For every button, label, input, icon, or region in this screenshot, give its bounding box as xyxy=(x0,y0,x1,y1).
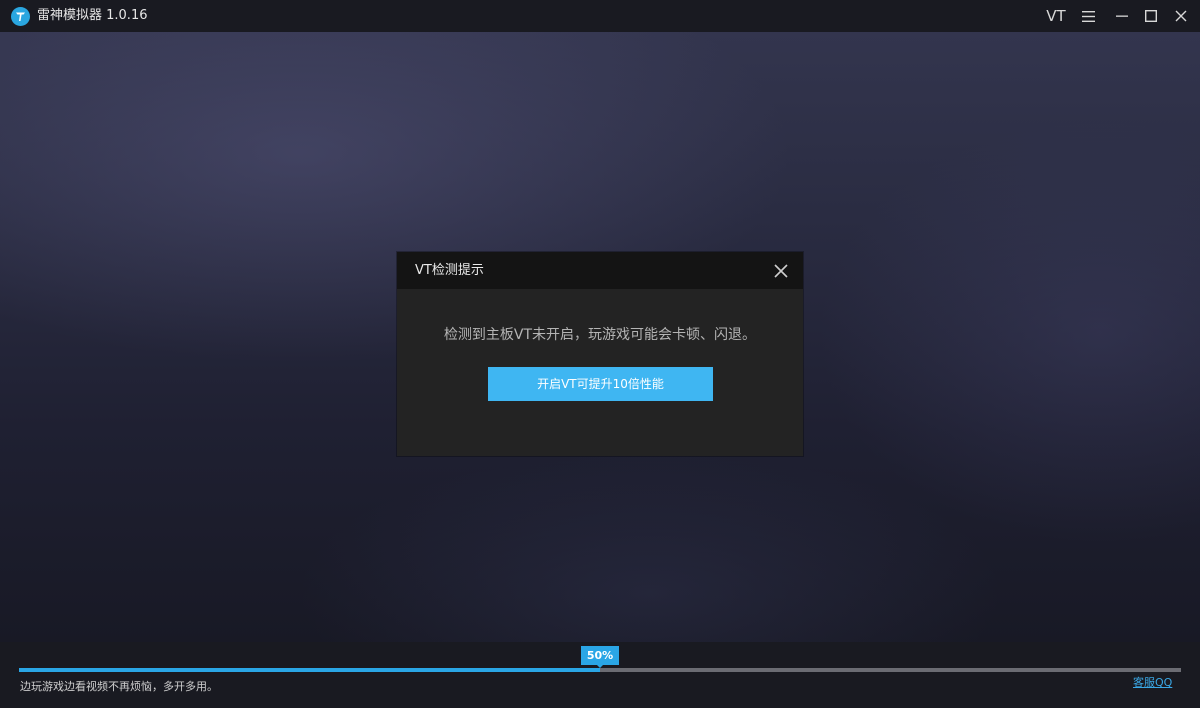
enable-vt-button[interactable]: 开启VT可提升10倍性能 xyxy=(488,367,713,401)
bottom-bar: 50% 边玩游戏边看视频不再烦恼，多开多用。 客服QQ xyxy=(0,642,1200,708)
dialog-header: VT检测提示 xyxy=(397,252,803,289)
close-button[interactable] xyxy=(1166,0,1196,32)
menu-button[interactable] xyxy=(1073,0,1103,32)
maximize-icon xyxy=(1145,10,1157,22)
dialog-message: 检测到主板VT未开启，玩游戏可能会卡顿、闪退。 xyxy=(443,327,757,343)
progress-badge: 50% xyxy=(581,646,619,668)
dialog-close-button[interactable] xyxy=(770,260,792,282)
emulator-window: 雷神模拟器 1.0.16 VT VT检测提示 检测到主板VT未开启，玩游戏可能会… xyxy=(0,0,1200,708)
vt-button[interactable]: VT xyxy=(1040,0,1072,32)
tip-text: 边玩游戏边看视频不再烦恼，多开多用。 xyxy=(20,680,218,693)
close-icon xyxy=(774,264,788,278)
progress-track xyxy=(19,668,1181,672)
thunder-logo-icon xyxy=(11,7,30,26)
close-icon xyxy=(1175,10,1187,22)
dialog-title: VT检测提示 xyxy=(415,263,484,278)
minimize-icon xyxy=(1116,15,1128,17)
vt-label: VT xyxy=(1046,7,1066,25)
hamburger-menu-icon xyxy=(1081,10,1095,22)
app-title: 雷神模拟器 1.0.16 xyxy=(37,8,148,23)
support-qq-link[interactable]: 客服QQ xyxy=(1133,676,1172,690)
title-bar[interactable]: 雷神模拟器 1.0.16 VT xyxy=(0,0,1200,32)
minimize-button[interactable] xyxy=(1107,0,1137,32)
maximize-button[interactable] xyxy=(1136,0,1166,32)
progress-fill xyxy=(19,668,600,672)
vt-detection-dialog: VT检测提示 检测到主板VT未开启，玩游戏可能会卡顿、闪退。 开启VT可提升10… xyxy=(397,252,803,456)
